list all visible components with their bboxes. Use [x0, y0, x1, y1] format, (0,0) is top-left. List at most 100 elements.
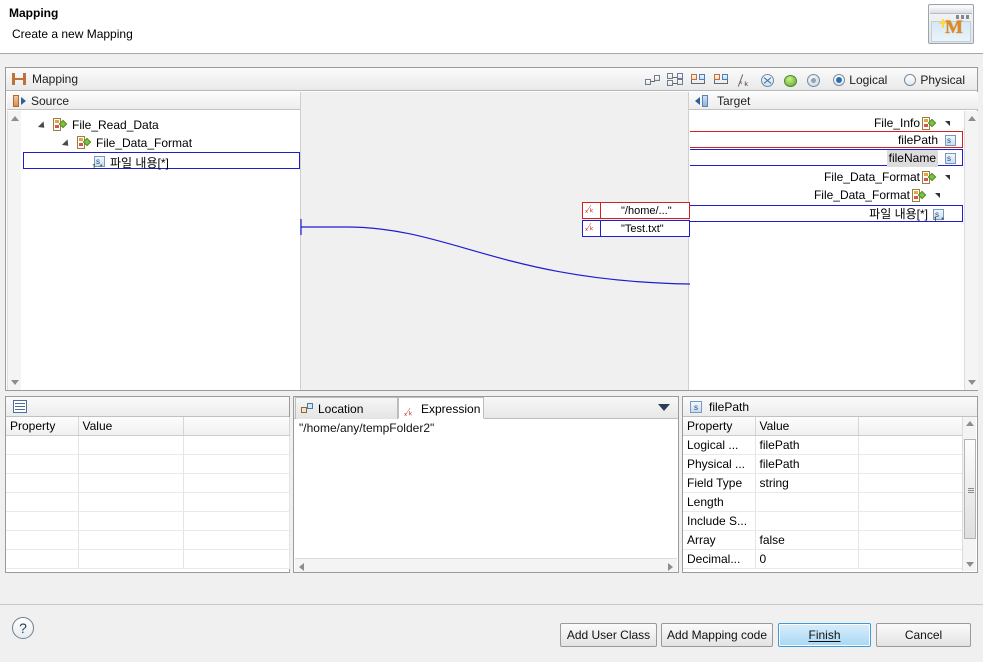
expression-hscrollbar[interactable]: [295, 558, 677, 572]
collapse-arrow-icon[interactable]: [935, 193, 940, 198]
expression-icon[interactable]: ₓ ₖ: [735, 71, 755, 90]
scroll-down-icon[interactable]: [966, 562, 974, 567]
prop-name: Length: [683, 493, 755, 512]
twisty-expanded-icon[interactable]: [38, 121, 47, 130]
source-pane-label: Source: [31, 94, 69, 108]
tree-row-label: File_Data_Format: [96, 135, 192, 151]
table-row[interactable]: Physical ... filePath: [683, 455, 963, 474]
tree-row-file-info[interactable]: File_Info: [692, 115, 962, 131]
prop-extra: [858, 531, 963, 550]
twisty-expanded-icon[interactable]: [62, 139, 71, 148]
logical-radio[interactable]: [833, 74, 845, 86]
table-row[interactable]: Length: [683, 493, 963, 512]
expression-node-filename[interactable]: ₓ⁄ₖ "Test.txt": [582, 220, 690, 237]
prop-extra: [858, 455, 963, 474]
scroll-up-icon[interactable]: [966, 421, 974, 426]
prop-value: string: [755, 474, 858, 493]
structure-node-icon: [922, 117, 936, 130]
help-icon[interactable]: ?: [12, 617, 34, 639]
table-row[interactable]: Logical ... filePath: [683, 436, 963, 455]
tree-row-file-data-format-2[interactable]: File_Data_Format: [692, 187, 952, 203]
view-mode-physical[interactable]: Physical: [904, 73, 973, 87]
expression-code-area[interactable]: "/home/any/tempFolder2": [295, 419, 677, 557]
tab-location-path[interactable]: Location Path: [295, 397, 398, 419]
page-title: Mapping: [9, 6, 58, 20]
mapping-editor-group: Mapping: [5, 67, 978, 391]
add-mapping-code-button[interactable]: Add Mapping code: [661, 623, 773, 647]
prop-extra: [858, 550, 963, 569]
expression-node-filepath[interactable]: ₓ⁄ₖ "/home/...": [582, 202, 690, 219]
collapse-arrow-icon[interactable]: [945, 175, 950, 180]
right-panel-title: filePath: [709, 400, 749, 414]
scroll-down-icon[interactable]: [11, 380, 19, 385]
target-pane-label: Target: [717, 94, 750, 108]
right-panel-header: s filePath: [683, 397, 977, 417]
auto-map-all-icon[interactable]: [666, 71, 686, 90]
tree-row-label: filePath: [898, 132, 938, 149]
mapping-wizard-dialog: Mapping Create a new Mapping M Mapping: [0, 0, 983, 662]
tree-row-label: 파일 내용[*]: [869, 206, 928, 223]
source-scrollbar[interactable]: [7, 111, 21, 390]
cardinality-label: 1..*: [933, 217, 944, 224]
table-header-row: Property Value: [6, 417, 289, 436]
add-user-class-button[interactable]: Add User Class: [560, 623, 657, 647]
validate-ok-icon[interactable]: [781, 71, 801, 90]
tree-row-label: File_Data_Format: [814, 187, 910, 203]
finish-button[interactable]: Finish: [778, 623, 871, 647]
expression-value: "Test.txt": [617, 223, 668, 235]
page-subtitle: Create a new Mapping: [12, 27, 133, 41]
table-row[interactable]: [6, 455, 289, 474]
mapping-group-header: Mapping: [6, 68, 977, 91]
view-mode-logical[interactable]: Logical: [833, 73, 895, 87]
table-row[interactable]: Field Type string: [683, 474, 963, 493]
tree-row-file-data-format-1[interactable]: File_Data_Format: [692, 169, 962, 185]
expression-xy-icon: ₓ⁄ₖ: [404, 402, 417, 415]
scroll-right-icon[interactable]: [668, 563, 673, 571]
field-properties-table: Property Value Logical ... filePath Phys…: [683, 417, 964, 569]
expand-source-icon[interactable]: [689, 71, 709, 90]
table-row[interactable]: [6, 531, 289, 550]
target-row-file-content[interactable]: 파일 내용[*] s 1..*: [690, 205, 963, 222]
table-row[interactable]: Array false: [683, 531, 963, 550]
source-selected-field[interactable]: s 1..* 파일 내용[*]: [23, 152, 300, 169]
table-row[interactable]: [6, 493, 289, 512]
scroll-up-icon[interactable]: [11, 116, 19, 121]
chevron-down-icon[interactable]: [658, 404, 670, 411]
target-row-filename[interactable]: fileName s: [690, 149, 963, 166]
cancel-button[interactable]: Cancel: [876, 623, 971, 647]
prop-value: [755, 512, 858, 531]
tab-expression[interactable]: ₓ⁄ₖ Expression: [398, 397, 484, 419]
scroll-left-icon[interactable]: [299, 563, 304, 571]
prop-extra: [858, 474, 963, 493]
tree-row-label: File_Read_Data: [72, 117, 159, 133]
target-row-filepath[interactable]: filePath s: [690, 131, 963, 148]
auto-map-icon[interactable]: [643, 71, 663, 90]
target-tree: File_Info filePath s fileName s File_: [690, 111, 964, 390]
cardinality-label: 1..*: [92, 164, 103, 171]
scroll-down-icon[interactable]: [968, 380, 976, 385]
table-row[interactable]: [6, 474, 289, 493]
table-header-row: Property Value: [683, 417, 963, 436]
mapping-canvas[interactable]: ₓ⁄ₖ "/home/..." ₓ⁄ₖ "Test.txt": [300, 92, 689, 390]
prop-name: Include S...: [683, 512, 755, 531]
scroll-up-icon[interactable]: [968, 116, 976, 121]
expand-target-icon[interactable]: [712, 71, 732, 90]
scroll-thumb[interactable]: [964, 439, 976, 539]
prop-extra: [858, 436, 963, 455]
mapping-group-label: Mapping: [32, 72, 78, 86]
collapse-arrow-icon[interactable]: [945, 121, 950, 126]
table-row[interactable]: [6, 550, 289, 569]
clear-mapping-icon[interactable]: [758, 71, 778, 90]
field-properties-scrollbar[interactable]: [962, 417, 976, 571]
table-row[interactable]: [6, 512, 289, 531]
column-header-property: Property: [683, 417, 755, 436]
target-scrollbar[interactable]: [964, 111, 978, 390]
structure-node-icon: [53, 118, 67, 131]
physical-radio[interactable]: [904, 74, 916, 86]
table-row[interactable]: Include S...: [683, 512, 963, 531]
prop-name: Decimal...: [683, 550, 755, 569]
table-row[interactable]: Decimal... 0: [683, 550, 963, 569]
table-row[interactable]: [6, 436, 289, 455]
physical-radio-label: Physical: [920, 73, 965, 87]
settings-icon[interactable]: [804, 71, 824, 90]
